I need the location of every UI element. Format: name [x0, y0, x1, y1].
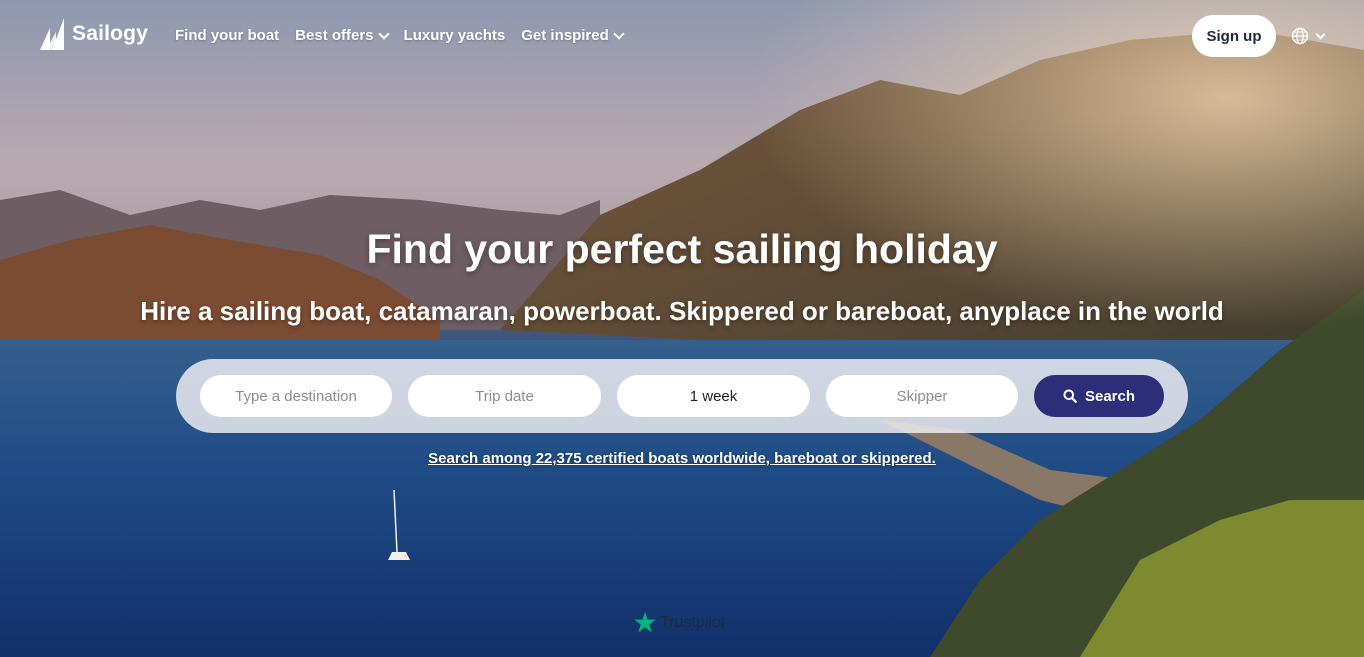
nav-links: Find your boat Best offers Luxury yachts… — [175, 27, 625, 44]
nav-luxury-yachts[interactable]: Luxury yachts — [404, 27, 506, 44]
boat-count-link[interactable]: Search among 22,375 certified boats worl… — [0, 450, 1364, 467]
sign-up-button[interactable]: Sign up — [1192, 15, 1276, 57]
chevron-down-icon — [377, 27, 390, 40]
search-bar: Type a destination Trip date 1 week Skip… — [176, 359, 1188, 433]
nav-best-offers[interactable]: Best offers — [295, 27, 390, 44]
brand-name: Sailogy — [72, 22, 149, 45]
trustpilot-label: Trustpilot — [660, 613, 726, 631]
hero-background-image — [0, 0, 1364, 657]
brand-logo[interactable]: Sailogy — [38, 18, 148, 50]
hero-section — [0, 0, 1364, 657]
language-selector[interactable] — [1291, 27, 1326, 45]
search-button-label: Search — [1084, 387, 1136, 405]
star-icon — [634, 612, 656, 633]
nav-get-inspired[interactable]: Get inspired — [521, 27, 625, 44]
nav-get-inspired-label: Get inspired — [521, 27, 609, 44]
search-button[interactable]: Search — [1034, 375, 1164, 417]
skipper-select[interactable]: Skipper — [826, 375, 1018, 417]
chevron-down-icon — [1315, 29, 1326, 39]
hero-subtitle: Hire a sailing boat, catamaran, powerboa… — [140, 296, 1224, 326]
nav-best-offers-label: Best offers — [295, 27, 374, 44]
destination-input[interactable]: Type a destination — [200, 375, 392, 417]
trip-date-input[interactable]: Trip date — [408, 375, 601, 417]
trustpilot-widget[interactable]: Trustpilot — [634, 612, 725, 633]
duration-select[interactable]: 1 week — [617, 375, 810, 417]
nav-find-your-boat[interactable]: Find your boat — [175, 27, 279, 44]
sail-logo-icon — [40, 18, 64, 50]
search-icon — [1063, 389, 1077, 403]
globe-icon — [1291, 27, 1309, 45]
nav-find-your-boat-label: Find your boat — [175, 27, 280, 44]
nav-luxury-yachts-label: Luxury yachts — [403, 27, 506, 44]
top-navigation: Sailogy Find your boat Best offers Luxur… — [0, 0, 1364, 72]
hero-title: Find your perfect sailing holiday — [366, 226, 998, 272]
chevron-down-icon — [613, 27, 625, 40]
